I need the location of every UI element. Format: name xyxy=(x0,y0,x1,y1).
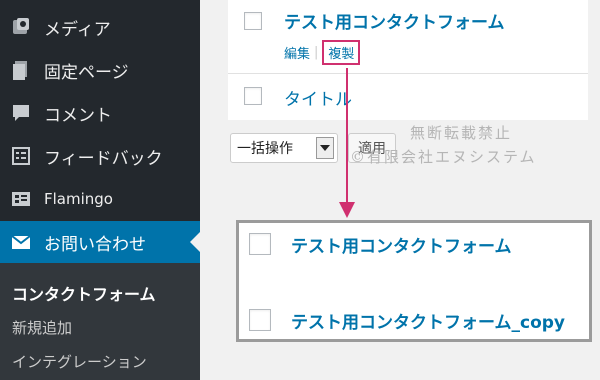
main-content: テスト用コンタクトフォーム 編集 | 複製 タイトル 一括操作 適用 無断転載禁… xyxy=(200,0,600,380)
menu-label: 固定ページ xyxy=(44,62,129,83)
row-checkbox[interactable] xyxy=(244,87,262,105)
watermark-text: 無断転載禁止 xyxy=(410,124,513,142)
row-title-link[interactable]: タイトル xyxy=(284,85,352,110)
bulk-action-value: 一括操作 xyxy=(237,141,293,157)
flamingo-icon xyxy=(10,188,32,210)
row-title-link[interactable]: テスト用コンタクトフォーム xyxy=(291,232,512,257)
menu-item-flamingo[interactable]: Flamingo xyxy=(0,178,200,220)
submenu-add-new[interactable]: 新規追加 xyxy=(12,317,72,338)
menu-item-feedback[interactable]: フィードバック xyxy=(0,135,200,177)
row-title-link[interactable]: テスト用コンタクトフォーム xyxy=(284,8,505,33)
table-row: タイトル xyxy=(228,75,588,120)
table-row: テスト用コンタクトフォーム xyxy=(239,223,589,291)
comment-icon xyxy=(10,102,32,124)
edit-link[interactable]: 編集 xyxy=(284,43,310,62)
table-row: テスト用コンタクトフォーム 編集 | 複製 xyxy=(228,0,588,74)
menu-label: Flamingo xyxy=(44,190,113,208)
media-icon xyxy=(10,16,32,38)
admin-sidebar: メディア 固定ページ コメント フィードバック Flamingo お問い合わせ … xyxy=(0,0,200,380)
menu-label: お問い合わせ xyxy=(44,234,146,255)
table-row: テスト用コンタクトフォーム_copy xyxy=(239,303,589,339)
watermark-copyright: ©有限会社エヌシステム xyxy=(350,148,537,166)
page-icon xyxy=(10,59,32,81)
row-checkbox[interactable] xyxy=(249,309,271,331)
row-checkbox[interactable] xyxy=(244,12,262,30)
menu-item-pages[interactable]: 固定ページ xyxy=(0,49,200,91)
menu-label: フィードバック xyxy=(44,148,163,169)
menu-label: コメント xyxy=(44,105,112,126)
row-title-link[interactable]: テスト用コンタクトフォーム_copy xyxy=(291,308,565,333)
submenu-integration[interactable]: インテグレーション xyxy=(12,351,147,372)
menu-item-contact[interactable]: お問い合わせ xyxy=(0,221,200,263)
duplicate-result-box: テスト用コンタクトフォーム テスト用コンタクトフォーム_copy xyxy=(236,220,592,342)
chevron-down-icon[interactable] xyxy=(316,137,334,159)
mail-icon xyxy=(10,231,32,253)
menu-item-media[interactable]: メディア xyxy=(0,6,200,48)
bulk-action-select[interactable]: 一括操作 xyxy=(230,133,338,163)
menu-item-comments[interactable]: コメント xyxy=(0,92,200,134)
active-indicator xyxy=(190,232,200,252)
duplicate-link[interactable]: 複製 xyxy=(322,40,361,65)
row-checkbox[interactable] xyxy=(249,233,271,255)
submenu-contact-forms[interactable]: コンタクトフォーム xyxy=(12,281,156,305)
action-separator: | xyxy=(314,45,319,60)
feedback-icon xyxy=(10,145,32,167)
form-list-table: テスト用コンタクトフォーム 編集 | 複製 タイトル xyxy=(228,0,588,120)
contact-submenu: コンタクトフォーム 新規追加 インテグレーション xyxy=(0,263,200,380)
menu-label: メディア xyxy=(44,19,111,40)
row-actions: 編集 | 複製 xyxy=(284,40,361,65)
